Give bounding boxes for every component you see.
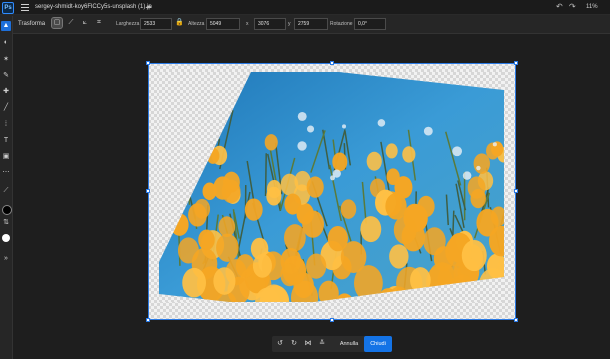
select-icon[interactable]: ▲ [1,21,11,31]
height-label: Altezza [188,21,205,27]
lock-aspect-icon[interactable]: 🔒 [175,18,184,28]
flip-horizontal-icon[interactable]: ⋈ [303,338,313,350]
scale-mode-icon[interactable]: ▢ [51,17,63,29]
expand-toolbar-icon[interactable]: » [1,254,11,264]
done-button[interactable]: Chiudi [364,336,392,352]
healing-icon[interactable]: ✚ [1,87,11,97]
brush-icon[interactable]: ✎ [1,71,11,81]
handle-bottom-center[interactable] [330,318,334,322]
x-label: x [246,21,249,27]
background-color-swatch[interactable] [2,234,10,242]
type-icon[interactable]: T [1,136,11,146]
rotation-field[interactable]: 0,0° [354,18,386,30]
redo-icon[interactable]: ↷ [569,2,576,12]
handle-top-right[interactable] [514,61,518,65]
magic-wand-icon[interactable]: ✶ [1,55,11,65]
rotate-right-icon[interactable]: ↻ [289,338,299,350]
width-field[interactable]: 2533 [140,18,172,30]
height-field[interactable]: 5049 [206,18,240,30]
eyedropper-icon[interactable]: ⟋ [1,186,11,196]
y-field[interactable]: 2759 [294,18,328,30]
cloud-icon[interactable]: ☁ [145,3,152,11]
distort-mode-icon[interactable]: ⟀ [80,18,90,28]
cancel-button[interactable]: Annulla [336,337,362,351]
handle-top-left[interactable] [146,61,150,65]
handle-top-center[interactable] [330,61,334,65]
y-label: y [288,21,291,27]
handle-middle-right[interactable] [514,189,518,193]
swap-colors-icon[interactable]: ⇅ [1,218,11,228]
paintbrush-icon[interactable]: ╱ [1,103,11,113]
options-title: Trasforma [18,21,46,27]
x-field[interactable]: 3076 [254,18,286,30]
shape-icon[interactable]: ▣ [1,152,11,162]
document-title[interactable]: sergey-shmidt-koy6FlCCy5s-unsplash (1).j… [35,2,152,12]
rotation-label: Rotazione [330,21,353,27]
flip-vertical-icon[interactable]: ≚ [317,338,327,350]
more-tools-icon[interactable]: ⋯ [1,168,11,178]
object-select-icon[interactable]: ◐ [1,38,11,48]
zoom-level[interactable]: 11% [586,2,598,12]
foreground-color-swatch[interactable] [2,205,12,215]
handle-bottom-left[interactable] [146,318,150,322]
width-label: Larghezza [116,21,140,27]
transform-bounding-box[interactable] [148,63,516,320]
skew-mode-icon[interactable]: ⟋ [66,18,76,28]
handle-middle-left[interactable] [146,189,150,193]
lasso-icon[interactable]: ⁞ [1,120,11,130]
perspective-mode-icon[interactable]: ⌗ [94,18,104,28]
rotate-left-icon[interactable]: ↺ [275,338,285,350]
app-logo[interactable]: Ps [2,2,14,14]
hamburger-menu-icon[interactable] [21,2,29,12]
undo-icon[interactable]: ↶ [556,2,563,12]
handle-bottom-right[interactable] [514,318,518,322]
